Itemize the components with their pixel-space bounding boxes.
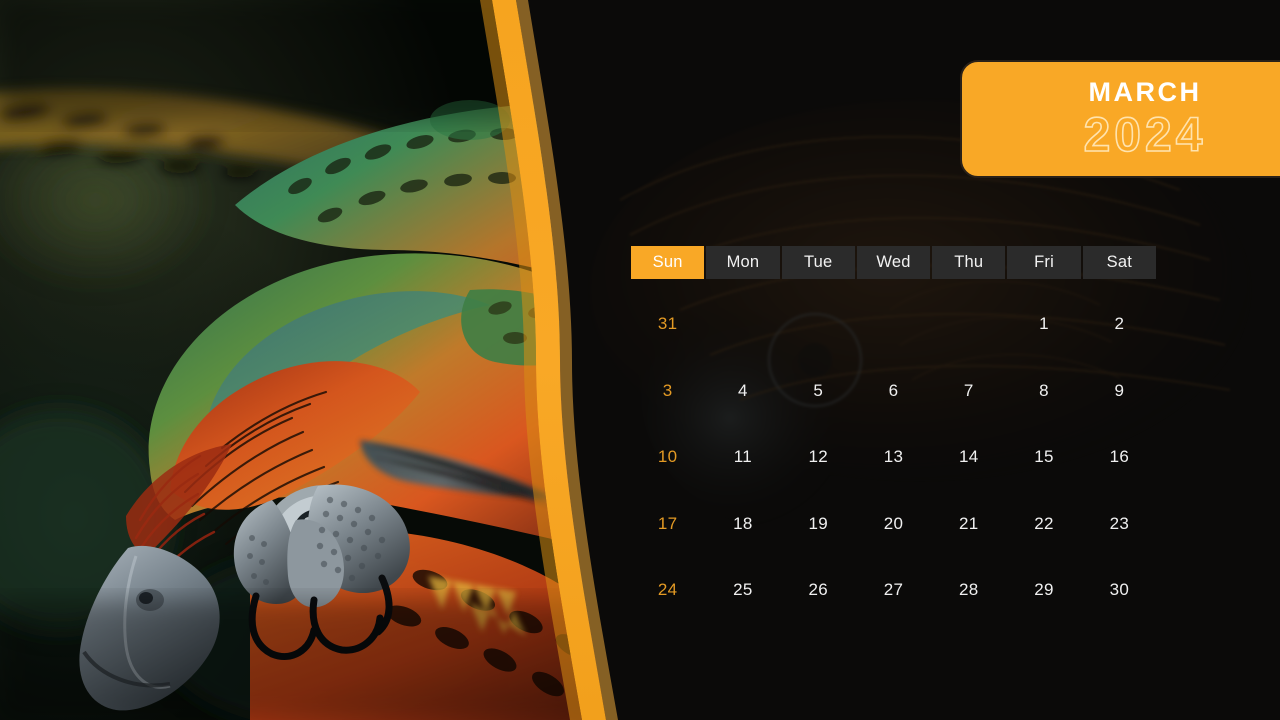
calendar-week-row: 10 11 12 13 14 15 16 [631,424,1156,491]
calendar-day-2[interactable]: 2 [1083,291,1156,358]
calendar-page: MARCH 2024 Sun Mon Tue Wed Thu Fri Sat 31 1 2 3 4 5… [0,0,1280,720]
weekday-header-mon[interactable]: Mon [706,246,780,279]
calendar-day-10[interactable]: 10 [631,424,704,491]
weekday-header-sun[interactable]: Sun [631,246,705,279]
calendar-day-empty [932,291,1005,358]
calendar-week-row: 17 18 19 20 21 22 23 [631,491,1156,558]
calendar-week-row: 31 1 2 [631,291,1156,358]
calendar-day-empty [857,291,930,358]
calendar-day-16[interactable]: 16 [1083,424,1156,491]
calendar-day-8[interactable]: 8 [1007,358,1080,425]
calendar-day-3[interactable]: 3 [631,358,704,425]
calendar-day-31[interactable]: 31 [631,291,704,358]
calendar-day-20[interactable]: 20 [857,491,930,558]
calendar-day-11[interactable]: 11 [706,424,779,491]
calendar-day-25[interactable]: 25 [706,557,779,624]
calendar-day-9[interactable]: 9 [1083,358,1156,425]
calendar-day-24[interactable]: 24 [631,557,704,624]
weekday-header-fri[interactable]: Fri [1007,246,1081,279]
calendar-day-29[interactable]: 29 [1007,557,1080,624]
parrot-photo [0,0,620,720]
calendar-day-6[interactable]: 6 [857,358,930,425]
calendar-weeks: 31 1 2 3 4 5 6 7 8 9 10 11 12 13 14 15 16 17 18 19 20 21 22 23 2… [631,291,1156,624]
weekday-header-sat[interactable]: Sat [1082,246,1156,279]
weekday-header-wed[interactable]: Wed [856,246,931,279]
weekday-header-thu[interactable]: Thu [932,246,1006,279]
calendar-week-row: 3456789 [631,358,1156,425]
calendar-day-1[interactable]: 1 [1007,291,1080,358]
calendar-day-18[interactable]: 18 [706,491,779,558]
calendar-week-row: 24 25 26 27 28 29 30 [631,557,1156,624]
calendar-day-15[interactable]: 15 [1007,424,1080,491]
calendar-day-12[interactable]: 12 [782,424,855,491]
month-year-badge: MARCH 2024 [960,60,1280,178]
calendar-day-28[interactable]: 28 [932,557,1005,624]
calendar-day-30[interactable]: 30 [1083,557,1156,624]
calendar-day-5[interactable]: 5 [782,358,855,425]
weekday-header-tue[interactable]: Tue [781,246,855,279]
parrot-photo-illustration [0,0,620,720]
svg-text:2024: 2024 [1084,110,1207,160]
calendar-day-19[interactable]: 19 [782,491,855,558]
calendar-day-22[interactable]: 22 [1007,491,1080,558]
month-label: MARCH [1088,76,1202,107]
calendar-day-27[interactable]: 27 [857,557,930,624]
calendar-day-17[interactable]: 17 [631,491,704,558]
calendar-day-21[interactable]: 21 [932,491,1005,558]
calendar-day-7[interactable]: 7 [932,358,1005,425]
calendar-day-4[interactable]: 4 [706,358,779,425]
calendar-grid: Sun Mon Tue Wed Thu Fri Sat 31 1 2 3 4 5 6 7 8 9 10 11 12 1… [631,246,1156,624]
calendar-day-26[interactable]: 26 [782,557,855,624]
calendar-day-23[interactable]: 23 [1083,491,1156,558]
year-label: 2024 [1083,110,1207,160]
calendar-day-empty [706,291,779,358]
weekday-header-row: Sun Mon Tue Wed Thu Fri Sat [631,246,1156,279]
calendar-day-14[interactable]: 14 [932,424,1005,491]
calendar-day-empty [782,291,855,358]
calendar-day-13[interactable]: 13 [857,424,930,491]
